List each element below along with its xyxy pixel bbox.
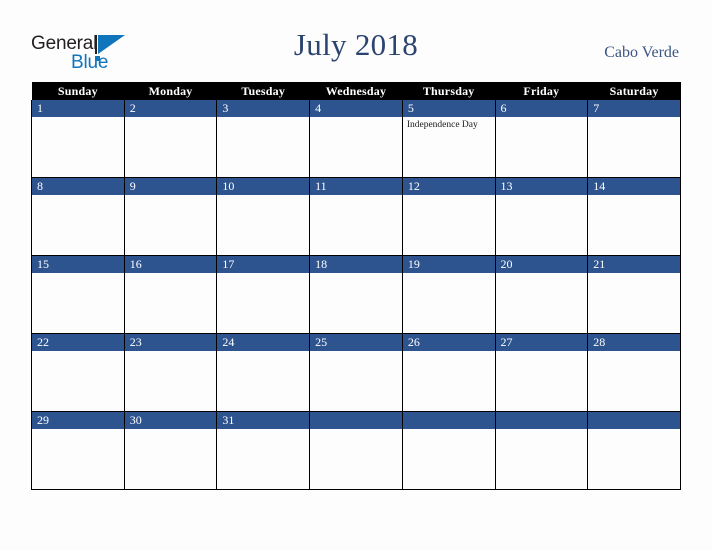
calendar-day-cell[interactable]: 9	[123, 177, 218, 256]
day-number: 29	[32, 412, 124, 429]
calendar-day-cell[interactable]: 24	[216, 333, 311, 412]
day-number: 11	[310, 178, 402, 195]
weekday-header-wednesday: Wednesday	[309, 82, 403, 100]
calendar-day-cell[interactable]: 7	[587, 100, 681, 178]
weekday-header-sunday: Sunday	[31, 82, 125, 100]
day-number: 5	[402, 100, 495, 117]
day-number	[588, 412, 680, 429]
day-number: 24	[217, 334, 310, 351]
day-number: 14	[588, 178, 680, 195]
calendar-empty-cell[interactable]	[587, 411, 681, 490]
day-number: 27	[495, 334, 588, 351]
calendar-day-cell[interactable]: 17	[216, 255, 311, 334]
day-number: 1	[32, 100, 124, 117]
calendar-day-cell[interactable]: 19	[401, 255, 496, 334]
day-number: 21	[588, 256, 680, 273]
calendar-day-cell[interactable]: 25	[309, 333, 403, 412]
day-number: 28	[588, 334, 680, 351]
calendar-empty-cell[interactable]	[309, 411, 403, 490]
day-number: 18	[310, 256, 402, 273]
day-number: 4	[310, 100, 402, 117]
calendar-day-cell[interactable]: 3	[216, 100, 311, 178]
calendar-day-cell[interactable]: 29	[31, 411, 125, 490]
day-number: 10	[217, 178, 310, 195]
day-number: 17	[217, 256, 310, 273]
calendar-week-row: 15 16 17 18 19 20 21	[31, 255, 681, 334]
calendar-day-cell[interactable]: 5 Independence Day	[401, 100, 496, 178]
calendar-week-row: 8 9 10 11 12 13 14	[31, 177, 681, 256]
day-number: 6	[495, 100, 588, 117]
calendar-day-cell[interactable]: 14	[587, 177, 681, 256]
day-number: 26	[402, 334, 495, 351]
calendar-day-cell[interactable]: 27	[494, 333, 589, 412]
calendar-empty-cell[interactable]	[494, 411, 589, 490]
day-number: 7	[588, 100, 680, 117]
calendar-day-cell[interactable]: 30	[123, 411, 218, 490]
day-number: 23	[124, 334, 217, 351]
calendar-day-cell[interactable]: 6	[494, 100, 589, 178]
holiday-label: Independence Day	[406, 120, 478, 130]
calendar-day-cell[interactable]: 28	[587, 333, 681, 412]
day-number	[402, 412, 495, 429]
calendar-day-cell[interactable]: 16	[123, 255, 218, 334]
day-number: 25	[310, 334, 402, 351]
calendar-body: 1 2 3 4 5 Independence Day 6 7 8 9 10 11 12 13 14 15 16 1…	[31, 100, 681, 490]
calendar-day-cell[interactable]: 15	[31, 255, 125, 334]
calendar-day-cell[interactable]: 4	[309, 100, 403, 178]
weekday-header-thursday: Thursday	[402, 82, 496, 100]
calendar-day-cell[interactable]: 18	[309, 255, 403, 334]
day-number: 16	[124, 256, 217, 273]
day-number: 31	[217, 412, 310, 429]
day-number: 12	[402, 178, 495, 195]
weekday-header-saturday: Saturday	[587, 82, 681, 100]
day-number: 13	[495, 178, 588, 195]
calendar-day-cell[interactable]: 20	[494, 255, 589, 334]
country-label: Cabo Verde	[604, 44, 679, 61]
day-number: 3	[217, 100, 310, 117]
calendar-day-cell[interactable]: 12	[401, 177, 496, 256]
day-number: 9	[124, 178, 217, 195]
day-event-list: Independence Day	[403, 117, 495, 131]
day-number: 20	[495, 256, 588, 273]
page-header: General Blue July 2018 Cabo Verde	[0, 0, 712, 82]
calendar-day-cell[interactable]: 8	[31, 177, 125, 256]
calendar-day-cell[interactable]: 13	[494, 177, 589, 256]
calendar-empty-cell[interactable]	[401, 411, 496, 490]
weekday-header-monday: Monday	[124, 82, 217, 100]
calendar-header-row-group: Sunday Monday Tuesday Wednesday Thursday Frid…	[31, 82, 681, 100]
calendar-day-cell[interactable]: 10	[216, 177, 311, 256]
calendar-day-cell[interactable]: 11	[309, 177, 403, 256]
day-number: 2	[124, 100, 217, 117]
day-number	[495, 412, 588, 429]
calendar-week-row: 29 30 31	[31, 411, 681, 490]
day-number: 19	[402, 256, 495, 273]
calendar-day-cell[interactable]: 22	[31, 333, 125, 412]
calendar-table: Sunday Monday Tuesday Wednesday Thursday Frid…	[31, 82, 681, 490]
day-number: 30	[124, 412, 217, 429]
calendar-day-cell[interactable]: 1	[31, 100, 125, 178]
calendar-week-row: 1 2 3 4 5 Independence Day 6 7	[31, 100, 681, 178]
weekday-header-friday: Friday	[495, 82, 588, 100]
day-number	[310, 412, 402, 429]
calendar-day-cell[interactable]: 21	[587, 255, 681, 334]
weekday-header-row: Sunday Monday Tuesday Wednesday Thursday Frid…	[31, 82, 681, 100]
calendar-week-row: 22 23 24 25 26 27 28	[31, 333, 681, 412]
calendar-day-cell[interactable]: 31	[216, 411, 311, 490]
day-number: 15	[32, 256, 124, 273]
weekday-header-tuesday: Tuesday	[216, 82, 310, 100]
calendar-day-cell[interactable]: 23	[123, 333, 218, 412]
calendar-day-cell[interactable]: 26	[401, 333, 496, 412]
day-number: 8	[32, 178, 124, 195]
day-number: 22	[32, 334, 124, 351]
calendar-day-cell[interactable]: 2	[123, 100, 218, 178]
